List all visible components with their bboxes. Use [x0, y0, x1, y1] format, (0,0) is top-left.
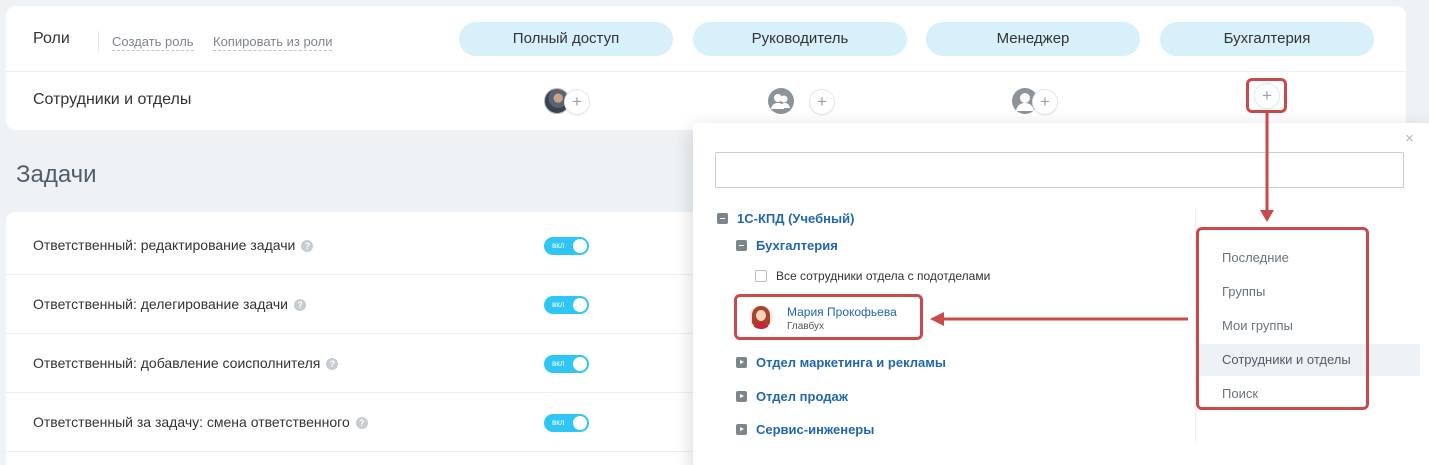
arrow-left-head [930, 312, 944, 326]
annotation-arrows [930, 113, 1274, 326]
arrow-down-head [1260, 210, 1274, 222]
